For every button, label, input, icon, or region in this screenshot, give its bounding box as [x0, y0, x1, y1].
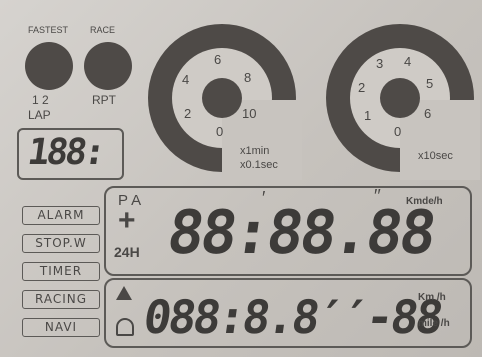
bottom-digits: 088:8.8′′-88	[140, 290, 445, 344]
right-dial-num-0: 0	[394, 124, 402, 139]
left-dial-unit-sec: x0.1sec	[240, 159, 278, 171]
fastest-indicator	[25, 42, 73, 90]
left-dial-num-10: 10	[242, 106, 257, 121]
right-dial-num-1: 1	[364, 108, 372, 123]
right-dial-hub	[380, 78, 420, 118]
mode-timer: TIMER	[22, 262, 100, 281]
race-label: RACE	[90, 25, 116, 35]
right-dial-unit: x10sec	[418, 150, 453, 162]
24h-indicator: 24H	[114, 244, 140, 260]
right-dial-num-3: 3	[376, 56, 384, 71]
left-dial-hub	[202, 78, 242, 118]
right-dial-num-5: 5	[426, 76, 434, 91]
bell-icon	[116, 286, 132, 300]
left-dial-num-2: 2	[184, 106, 192, 121]
main-speed-unit: Kmde/h	[406, 196, 443, 207]
lcd-panel: FASTEST RACE 1 2 RPT LAP 188: 6 8 4 2 10…	[0, 0, 482, 357]
mode-navi: NAVI	[22, 318, 100, 337]
lap-label: LAP	[28, 108, 51, 122]
right-dial-num-2: 2	[358, 80, 366, 95]
rpt-label: RPT	[92, 93, 116, 107]
fastest-label: FASTEST	[28, 25, 69, 35]
bottom-unit-km: Km /h	[418, 292, 446, 303]
mode-stopwatch: STOP.W	[22, 234, 100, 253]
lap-display-digits: 188:	[25, 132, 106, 173]
main-time-digits: 88:88.88	[163, 198, 438, 268]
plus-indicator: +	[118, 204, 136, 237]
left-dial-num-0: 0	[216, 124, 224, 139]
left-dial-num-8: 8	[244, 70, 252, 85]
left-dial-num-4: 4	[182, 72, 190, 87]
race-indicator	[84, 42, 132, 90]
left-dial-unit-min: x1min	[240, 145, 270, 157]
lap-numbers: 1 2	[32, 93, 49, 107]
right-dial-num-6: 6	[424, 106, 432, 121]
mode-racing: RACING	[22, 290, 100, 309]
bell-outline-icon	[116, 318, 134, 336]
left-dial-num-6: 6	[214, 52, 222, 67]
bottom-unit-mile: mile /h	[418, 318, 450, 329]
main-prime-mark: ′	[262, 188, 266, 208]
right-dial-num-4: 4	[404, 54, 412, 69]
mode-alarm: ALARM	[22, 206, 100, 225]
main-double-prime-mark: ′′	[374, 186, 381, 206]
